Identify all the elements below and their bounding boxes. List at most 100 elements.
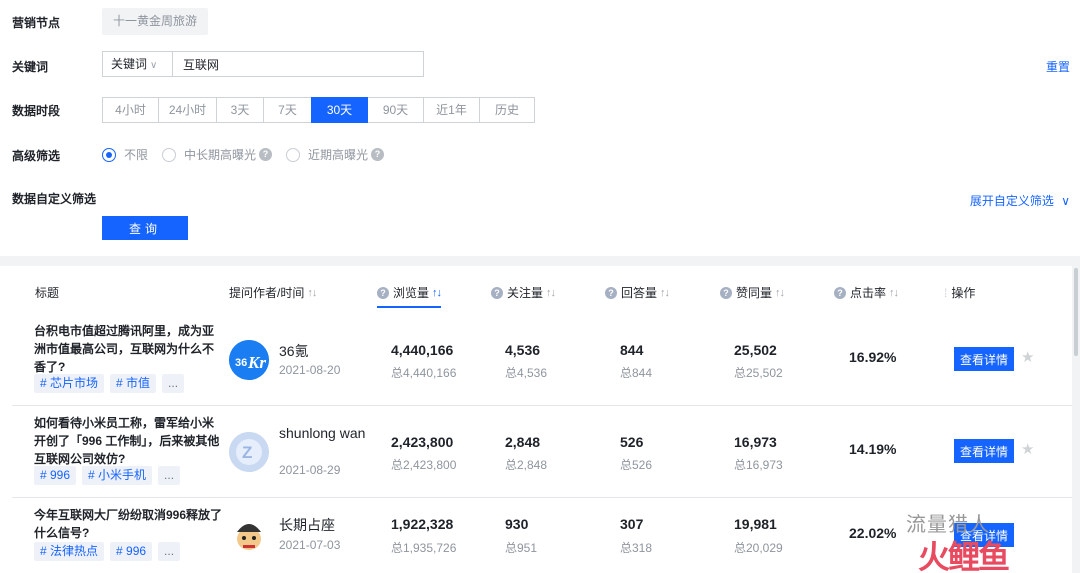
views-total: 总1,935,726: [391, 541, 457, 555]
question-title[interactable]: 台积电市值超过腾讯阿里，成为亚洲市值最高公司，互联网为什么不香了?: [34, 322, 224, 376]
expand-custom-filter[interactable]: 展开自定义筛选 ∨: [970, 192, 1070, 209]
tag-list: # 芯片市场 # 市值 ...: [34, 374, 190, 393]
help-icon[interactable]: ?: [377, 286, 389, 299]
topic-tag[interactable]: # 小米手机: [82, 466, 153, 485]
period-option[interactable]: 7天: [263, 97, 312, 123]
radio-recent-exposure[interactable]: 近期高曝光 ?: [286, 146, 385, 163]
follows-total: 总951: [505, 541, 538, 555]
views-value: 4,440,166: [391, 342, 454, 358]
likes-total: 总20,029: [734, 541, 783, 555]
question-title[interactable]: 今年互联网大厂纷纷取消996释放了什么信号?: [34, 506, 224, 542]
help-icon[interactable]: ?: [259, 148, 273, 161]
avatar: Z: [229, 432, 269, 472]
chevron-down-icon: ∨: [1061, 194, 1070, 208]
col-answers[interactable]: ? 回答量 ↑↓: [605, 284, 670, 301]
col-follows[interactable]: ? 关注量 ↑↓: [491, 284, 556, 301]
svg-text:Kr: Kr: [247, 353, 266, 372]
publish-date: 2021-08-20: [279, 363, 341, 377]
topic-tag[interactable]: # 市值: [110, 374, 157, 393]
watermark-logo: 火鲤鱼: [918, 539, 1010, 573]
svg-text:36: 36: [235, 357, 247, 369]
follows-total: 总4,536: [505, 366, 548, 380]
likes-value: 19,981: [734, 516, 777, 532]
cartoon-avatar-icon: [229, 514, 269, 554]
col-views[interactable]: ? 浏览量 ↑↓: [377, 284, 442, 308]
period-option-active[interactable]: 30天: [311, 97, 368, 123]
node-tag[interactable]: 十一黄金周旅游: [102, 8, 209, 35]
tag-list: # 996 # 小米手机 ...: [34, 466, 186, 485]
advanced-label: 高级筛选: [12, 149, 61, 163]
keyword-type-value: 关键词: [111, 57, 148, 71]
period-option[interactable]: 近1年: [423, 97, 480, 123]
chevron-down-icon: ∨: [150, 60, 158, 71]
sort-icon: ↑↓: [775, 286, 785, 299]
period-option[interactable]: 3天: [216, 97, 264, 123]
radio-checked-icon: [102, 147, 116, 162]
avatar: 36 Kr: [229, 340, 269, 380]
follows-total: 总2,848: [505, 458, 548, 472]
views-value: 2,423,800: [391, 434, 454, 450]
radio-label: 中长期高曝光: [184, 148, 257, 162]
answers-total: 总526: [620, 458, 653, 472]
likes-total: 总16,973: [734, 458, 783, 472]
sort-icon: ↑↓: [432, 286, 442, 299]
follows-value: 930: [505, 516, 529, 532]
reset-button[interactable]: 重置: [1046, 58, 1070, 75]
period-option[interactable]: 4小时: [102, 97, 159, 123]
more-tags[interactable]: ...: [162, 374, 185, 393]
answers-total: 总844: [620, 366, 653, 380]
publish-date: 2021-08-29: [279, 463, 341, 477]
node-label: 营销节点: [12, 16, 61, 30]
views-total: 总2,423,800: [391, 458, 457, 472]
topic-tag[interactable]: # 996: [110, 542, 153, 561]
expand-label: 展开自定义筛选: [969, 194, 1054, 208]
watermark: 流量猎人 火鲤鱼: [890, 508, 1080, 573]
radio-long-term-exposure[interactable]: 中长期高曝光 ?: [162, 146, 273, 163]
period-option[interactable]: 24小时: [158, 97, 217, 123]
follows-value: 4,536: [505, 342, 541, 358]
col-author[interactable]: 提问作者/时间 ↑↓: [229, 284, 317, 301]
help-icon[interactable]: ?: [720, 286, 732, 299]
period-option[interactable]: 90天: [367, 97, 424, 123]
author-name[interactable]: 36氪: [279, 342, 371, 360]
sort-icon: ↑↓: [889, 286, 899, 299]
period-selector: 4小时 24小时 3天 7天 30天 90天 近1年 历史: [102, 97, 535, 123]
period-option[interactable]: 历史: [479, 97, 535, 123]
views-value: 1,922,328: [391, 516, 454, 532]
help-icon[interactable]: ?: [834, 286, 846, 299]
col-likes[interactable]: ? 赞同量 ↑↓: [720, 284, 785, 301]
query-button[interactable]: 查询: [102, 216, 188, 240]
follows-value: 2,848: [505, 434, 541, 450]
question-title[interactable]: 如何看待小米员工称，雷军给小米开创了「996 工作制」，后来被其他互联网公司效仿…: [34, 414, 224, 468]
help-icon[interactable]: ?: [371, 148, 385, 161]
topic-tag[interactable]: # 法律热点: [34, 542, 105, 561]
ctr-value: 14.19%: [849, 441, 897, 457]
ctr-value: 16.92%: [849, 349, 897, 365]
view-detail-button[interactable]: 查看详情: [954, 347, 1014, 371]
keyword-input[interactable]: [173, 52, 423, 76]
radio-icon: [162, 147, 177, 162]
help-icon[interactable]: ?: [491, 286, 503, 299]
help-icon[interactable]: ?: [605, 286, 617, 299]
sort-icon: ↑↓: [307, 286, 317, 299]
period-label: 数据时段: [12, 104, 61, 118]
likes-total: 总25,502: [734, 366, 783, 380]
star-icon[interactable]: ★: [1021, 348, 1034, 366]
view-detail-button[interactable]: 查看详情: [954, 439, 1014, 463]
more-tags[interactable]: ...: [158, 466, 181, 485]
keyword-group: 关键词 ∨: [102, 51, 424, 77]
star-icon[interactable]: ★: [1021, 440, 1034, 458]
radio-unlimited[interactable]: 不限: [102, 146, 148, 163]
keyword-type-select[interactable]: 关键词 ∨: [103, 52, 173, 76]
table-row: 台积电市值超过腾讯阿里，成为亚洲市值最高公司，互联网为什么不香了? # 芯片市场…: [12, 314, 1072, 406]
topic-tag[interactable]: # 芯片市场: [34, 374, 105, 393]
col-title: 标题: [35, 286, 60, 300]
scrollbar-thumb[interactable]: [1074, 268, 1078, 356]
sort-icon: ↑↓: [546, 286, 556, 299]
author-name[interactable]: 长期占座: [279, 516, 371, 534]
author-name[interactable]: shunlong wan: [279, 424, 371, 442]
topic-tag[interactable]: # 996: [34, 466, 77, 485]
more-tags[interactable]: ...: [158, 542, 181, 561]
radio-label: 近期高曝光: [308, 148, 369, 162]
col-ctr[interactable]: ? 点击率 ↑↓: [834, 284, 899, 301]
